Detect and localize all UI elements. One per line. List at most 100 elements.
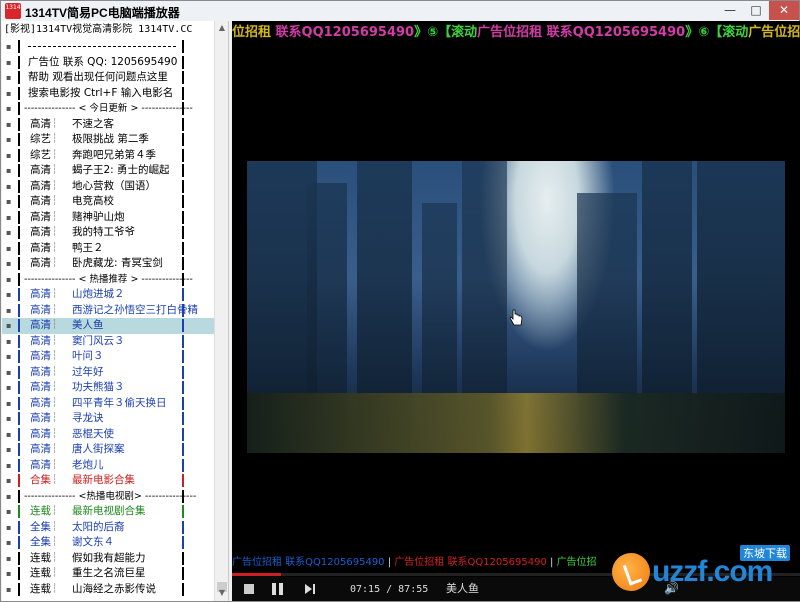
list-item[interactable]: ▪ 高清 ┆ 叶问３ [2,349,214,365]
row-border-right [182,505,184,518]
item-title: 过年好 [72,365,104,378]
item-title: 赌神驴山炮 [72,210,125,223]
item-separator: ┆ [52,134,58,144]
list-item[interactable]: ▪ 高清 ┆ 老炮儿 [2,458,214,474]
list-item[interactable]: ▪ 高清 ┆ 美人鱼 [2,318,214,334]
list-item[interactable]: ▪ 高清 ┆ 鸭王２ [2,241,214,257]
item-title: 四平青年３偷天换日 [72,396,167,409]
bullet-icon: ▪ [6,398,12,408]
list-item[interactable]: ▪ 高清 ┆ 山炮进城２ [2,287,214,303]
list-item[interactable]: ▪ 合集 ┆ 最新电影合集 [2,473,214,489]
bullet-icon: ▪ [6,476,12,485]
row-border-left [18,195,20,208]
item-title: 奔跑吧兄弟第４季 [72,148,156,161]
row-border-right [182,474,184,487]
channel-list-panel: [影视]1314TV视觉高清影院 1314TV.CC ▪ ▪ 广告位 联系 QQ: … [2,21,229,601]
bullet-icon: ▪ [6,119,12,129]
row-border-right [182,365,184,379]
item-separator: ┆ [52,351,58,361]
ad-text-segment: 广告位招租 联系QQ1205695490 [232,557,385,568]
list-item[interactable]: ▪ 高清 ┆ 赌神驴山炮 [2,210,214,226]
stop-button[interactable] [244,584,254,594]
row-border-left [18,55,20,69]
item-category: 连载 [30,551,51,564]
item-category: 全集 [30,520,51,533]
site-title: [影视]1314TV视觉高清影院 1314TV.CC [4,24,193,35]
list-item[interactable]: ▪ 高清 ┆ 唐人街探案 [2,442,214,458]
list-item[interactable]: ▪ 连载 ┆ 重生之名流巨星 [2,566,214,582]
list-item[interactable]: ▪ 高清 ┆ 我的特工爷爷 [2,225,214,241]
row-border-right [182,195,184,208]
row-border-left [18,257,20,270]
item-title: 不速之客 [72,117,114,130]
scroll-up-icon[interactable]: ▲ [216,22,228,34]
list-row: ▪ 搜索电影按 Ctrl+F 输入电影名 [2,86,214,102]
bullet-icon: ▪ [6,584,12,594]
minimize-button[interactable]: — [717,1,743,20]
list-item[interactable]: ▪ 全集 ┆ 谢文东４ [2,535,214,551]
list-item[interactable]: ▪ 高清 ┆ 过年好 [2,365,214,381]
row-border-right [182,164,184,177]
list-item[interactable]: ▪ 高清 ┆ 电竞高校 [2,194,214,210]
item-category: 综艺 [30,148,51,161]
bullet-icon: ▪ [6,197,12,206]
title-bar[interactable]: 1314 1314TV简易PC电脑端播放器 — □ ✕ [1,1,799,21]
item-separator: ┆ [52,568,58,578]
maximize-button[interactable]: □ [743,1,769,20]
item-category: 高清 [30,334,51,347]
list-item[interactable]: ▪ 高清 ┆ 寻龙诀 [2,411,214,427]
item-category: 高清 [30,226,51,238]
bullet-icon: ▪ [6,352,12,361]
item-category: 高清 [30,396,51,409]
bullet-icon: ▪ [6,367,12,377]
list-item[interactable]: ▪ 高清 ┆ 恶棍天使 [2,427,214,443]
item-separator: ┆ [52,382,58,392]
close-button[interactable]: ✕ [769,1,799,20]
row-border-right [182,551,184,565]
row-border-left [18,536,20,549]
list-item[interactable]: ▪ 高清 ┆ 卧虎藏龙: 青冥宝剑 [2,256,214,272]
row-border-left [18,226,20,239]
next-button[interactable] [304,583,316,595]
list-item[interactable]: ▪ 连载 ┆ 山海经之赤影传说 [2,582,214,598]
item-title: 山炮进城２ [72,288,125,300]
pause-button[interactable] [272,583,284,595]
list-item[interactable]: ▪ 综艺 ┆ 奔跑吧兄弟第４季 [2,148,214,164]
list-item[interactable]: ▪ 综艺 ┆ 极限挑战 第二季 [2,132,214,148]
ad-text-segment: | [546,557,557,568]
list-item[interactable]: ▪ 高清 ┆ 窦门风云３ [2,334,214,350]
video-player[interactable]: 位招租 联系QQ1205695490》⑤【滚动广告位招租 联系QQ1205695… [232,21,800,601]
forest-ground [247,393,785,453]
video-frame[interactable] [247,161,785,453]
list-item[interactable]: ▪ 连载 ┆ 最新电视剧合集 [2,504,214,520]
scroll-down-icon[interactable]: ▼ [216,587,228,599]
row-border-left [18,117,20,131]
list-item[interactable]: ▪ 高清 ┆ 蝎子王2: 勇士的崛起 [2,163,214,179]
list-item[interactable]: ▪ 高清 ┆ 功夫熊猫３ [2,380,214,396]
list-item[interactable]: ▪ 高清 ┆ 西游记之孙悟空三打白骨精 [2,303,214,319]
watermark-sub: 东坡下载 [740,545,790,561]
bullet-icon: ▪ [6,150,12,160]
list-item[interactable]: ▪ 高清 ┆ 地心营救（国语） [2,179,214,195]
item-separator: ┆ [52,428,58,439]
row-border-right [182,381,184,394]
hand-cursor-icon [509,309,523,326]
list-scrollbar[interactable]: ▲ ▼ [214,21,228,601]
item-category: 连载 [30,505,51,517]
info-text: 帮助 观看出现任何问题点这里 [28,71,168,83]
item-title: 假如我有超能力 [72,551,146,564]
list-row: ▪ 帮助 观看出现任何问题点这里 [2,70,214,86]
bullet-icon: ▪ [6,414,12,423]
item-category: 高清 [30,458,51,471]
ad-text-segment: 联系QQ1205695490 [546,25,686,40]
list-item[interactable]: ▪ 高清 ┆ 不速之客 [2,117,214,133]
item-separator: ┆ [52,366,58,377]
list-item[interactable]: ▪ 全集 ┆ 太阳的后裔 [2,520,214,536]
item-title: 山海经之赤影传说 [72,582,156,595]
item-separator: ┆ [52,165,58,175]
item-separator: ┆ [52,320,58,330]
list-row: ▪ --------------- < 今日更新 > --------------… [2,101,214,117]
row-border-left [18,474,20,487]
list-item[interactable]: ▪ 高清 ┆ 四平青年３偷天换日 [2,396,214,412]
list-item[interactable]: ▪ 连载 ┆ 假如我有超能力 [2,551,214,567]
